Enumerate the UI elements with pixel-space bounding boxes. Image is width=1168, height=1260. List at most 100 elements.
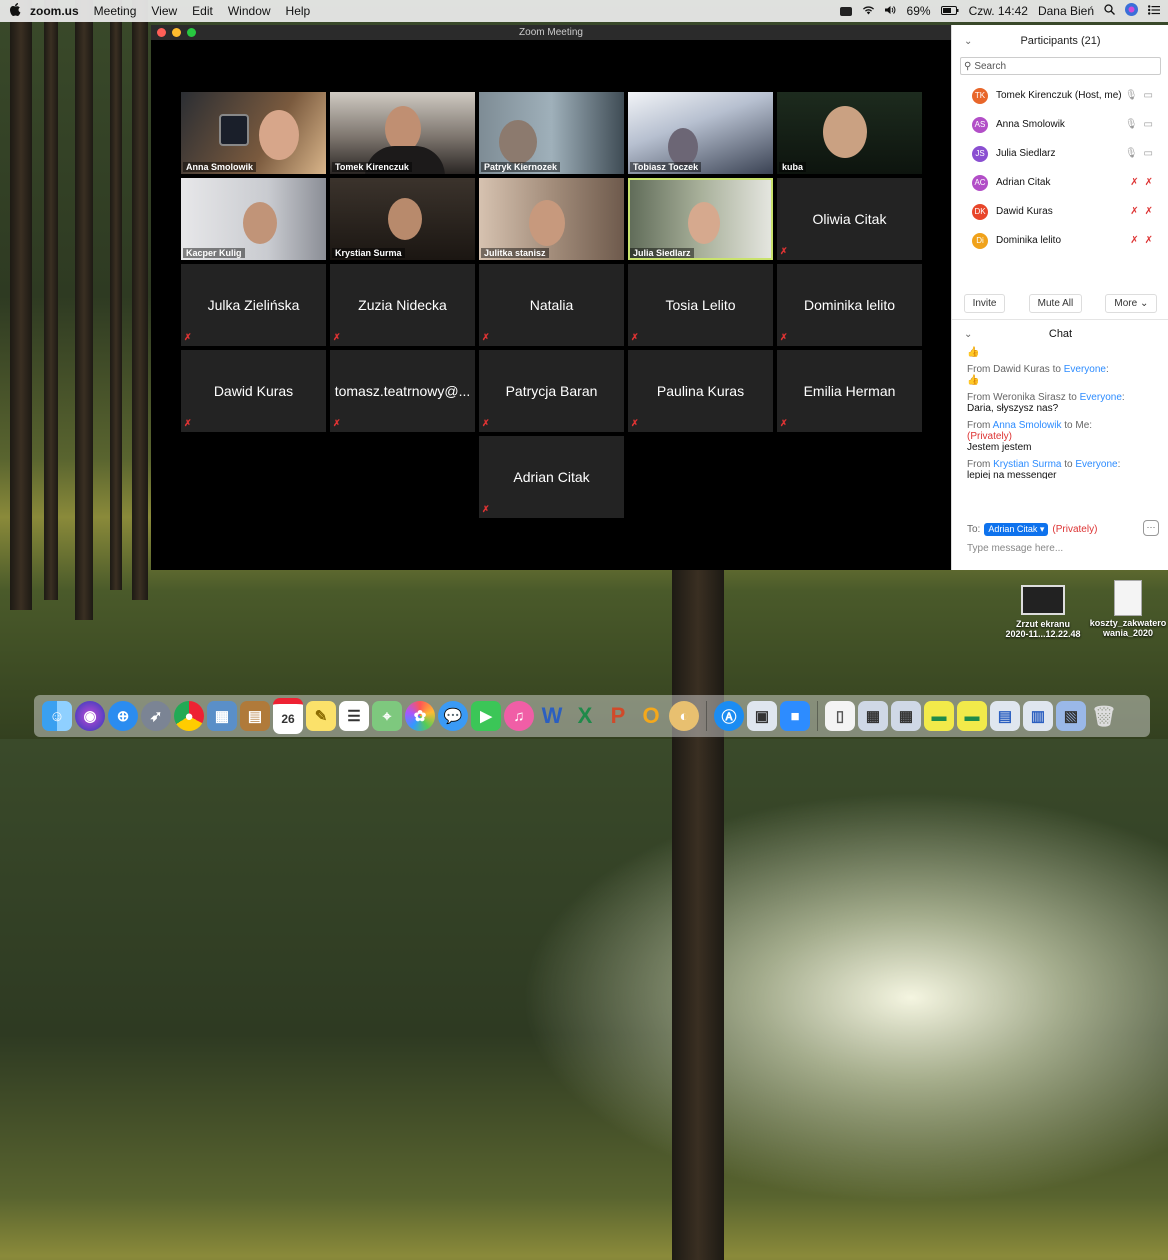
notes-brown-icon[interactable]: ▤	[240, 701, 270, 731]
participant-row[interactable]: AS Anna Smolowik 🎙▭	[952, 110, 1168, 139]
volume-icon[interactable]	[884, 4, 897, 18]
downloads-stack-icon[interactable]: ▧	[1056, 701, 1086, 731]
facetime-icon[interactable]: ▶	[471, 701, 501, 731]
calendar-icon[interactable]: 26	[273, 698, 303, 734]
launchpad-icon[interactable]: ➶	[141, 701, 171, 731]
muted-mic-icon: ✗	[184, 418, 192, 428]
menu-meeting[interactable]: Meeting	[94, 4, 137, 18]
participant-name: Oliwia Citak	[812, 211, 887, 227]
zoom-icon[interactable]: ■	[780, 701, 810, 731]
excel-icon[interactable]: X	[570, 701, 600, 731]
participants-search-input[interactable]: ⚲ Search	[960, 57, 1161, 75]
name-tile[interactable]: Adrian Citak ✗	[479, 436, 624, 518]
photos-icon[interactable]: ✿	[405, 701, 435, 731]
app-store-icon[interactable]: Ⓐ	[714, 701, 744, 731]
minimize-window-button[interactable]	[172, 28, 181, 37]
close-window-button[interactable]	[157, 28, 166, 37]
preview-icon[interactable]: ▦	[207, 701, 237, 731]
screenshot-thumbnail-icon	[1021, 585, 1065, 615]
name-tile[interactable]: Dominika lelito ✗	[777, 264, 922, 346]
video-tile[interactable]: Krystian Surma	[330, 178, 475, 260]
safari-icon[interactable]: ⊕	[108, 701, 138, 731]
desktop-file-screenshot[interactable]: Zrzut ekranu 2020-11...12.22.48	[1003, 585, 1083, 639]
chat-message-input[interactable]: Type message here...	[967, 543, 1063, 554]
document-icon[interactable]: ▯	[825, 701, 855, 731]
spreadsheet-file-icon[interactable]: ▤	[990, 701, 1020, 731]
chrome-icon[interactable]: ●	[174, 701, 204, 731]
screenshot-stack-icon[interactable]: ▦	[891, 701, 921, 731]
name-tile[interactable]: Natalia ✗	[479, 264, 624, 346]
participant-row[interactable]: TK Tomek Kirenczuk (Host, me) 🎙▭	[952, 81, 1168, 110]
name-tile[interactable]: Tosia Lelito ✗	[628, 264, 773, 346]
video-tile[interactable]: Tomek Kirenczuk	[330, 92, 475, 174]
name-tile[interactable]: Zuzia Nidecka ✗	[330, 264, 475, 346]
word-file-icon[interactable]: ▥	[1023, 701, 1053, 731]
mute-all-button[interactable]: Mute All	[1028, 293, 1083, 313]
recipient-select[interactable]: Adrian Citak ▾	[984, 523, 1049, 536]
video-tile[interactable]: kuba	[777, 92, 922, 174]
video-tile[interactable]: Tobiasz Toczek	[628, 92, 773, 174]
siri-icon[interactable]	[1125, 3, 1138, 19]
menu-window[interactable]: Window	[228, 4, 271, 18]
participant-row[interactable]: Di Dominika lelito ✗✗	[952, 226, 1168, 255]
spotlight-search-icon[interactable]	[1104, 4, 1115, 18]
name-tile[interactable]: Patrycja Baran ✗	[479, 350, 624, 432]
zoom-window-button[interactable]	[187, 28, 196, 37]
video-tile[interactable]: Kacper Kulig	[181, 178, 326, 260]
screenshot-stack-icon[interactable]: ▦	[858, 701, 888, 731]
video-tile[interactable]: Patryk Kiernozek	[479, 92, 624, 174]
name-tile[interactable]: tomasz.teatrnowy@... ✗	[330, 350, 475, 432]
name-tile[interactable]: Dawid Kuras ✗	[181, 350, 326, 432]
chat-more-button[interactable]: ···	[1143, 520, 1159, 536]
finder-icon[interactable]: ☺	[42, 701, 72, 731]
user-name[interactable]: Dana Bień	[1038, 4, 1094, 18]
name-tile[interactable]: Emilia Herman ✗	[777, 350, 922, 432]
mic-video-icons: 🎙▭	[1124, 119, 1159, 130]
muted-mic-icon: ✗	[780, 246, 788, 256]
word-icon[interactable]: W	[537, 701, 567, 731]
participant-row[interactable]: AC Adrian Citak ✗✗	[952, 168, 1168, 197]
excel-file-icon[interactable]: ▬	[924, 701, 954, 731]
desktop-file-pdf[interactable]: koszty_zakwatero wania_2020	[1088, 580, 1168, 638]
notes-icon[interactable]: ✎	[306, 701, 336, 731]
apple-menu-icon[interactable]	[0, 3, 30, 19]
menu-zoom[interactable]: zoom.us	[30, 4, 79, 18]
participant-row[interactable]: DK Dawid Kuras ✗✗	[952, 197, 1168, 226]
participant-face	[668, 128, 698, 166]
participant-name: Natalia	[529, 297, 574, 313]
participant-row[interactable]: JS Julia Siedlarz 🎙▭	[952, 139, 1168, 168]
wifi-icon[interactable]	[862, 4, 875, 18]
chevron-down-icon[interactable]: ⌄	[964, 329, 972, 340]
reminders-icon[interactable]: ☰	[339, 701, 369, 731]
name-tile[interactable]: Paulina Kuras ✗	[628, 350, 773, 432]
name-tile[interactable]: Julka Zielińska ✗	[181, 264, 326, 346]
trash-icon[interactable]: 🗑	[1089, 701, 1119, 731]
invite-button[interactable]: Invite	[963, 293, 1006, 313]
office-icon[interactable]: O	[636, 701, 666, 731]
menu-help[interactable]: Help	[286, 4, 311, 18]
siri-app-icon[interactable]: ◉	[75, 701, 105, 731]
powerpoint-icon[interactable]: P	[603, 701, 633, 731]
menu-edit[interactable]: Edit	[192, 4, 213, 18]
muted-mic-icon: ✗	[482, 418, 490, 428]
itunes-icon[interactable]: ♫	[504, 701, 534, 731]
battery-icon[interactable]	[940, 4, 959, 18]
preview-photo-icon[interactable]: ▣	[747, 701, 777, 731]
tree-trunk	[75, 0, 93, 620]
muted-mic-video-icons: ✗✗	[1130, 177, 1159, 188]
video-tile[interactable]: Anna Smolowik	[181, 92, 326, 174]
video-tile-active-speaker[interactable]: Julia Siedlarz	[628, 178, 773, 260]
chevron-down-icon[interactable]: ⌄	[964, 36, 972, 47]
zoom-status-icon[interactable]	[839, 6, 852, 16]
notification-center-icon[interactable]	[1148, 4, 1160, 18]
app-globe-icon[interactable]: ◐	[669, 701, 699, 731]
video-tile[interactable]: Julitka stanisz	[479, 178, 624, 260]
name-tile[interactable]: Oliwia Citak ✗	[777, 178, 922, 260]
maps-icon[interactable]: ⌖	[372, 701, 402, 731]
clock[interactable]: Czw. 14:42	[969, 4, 1028, 18]
excel-file-icon[interactable]: ▬	[957, 701, 987, 731]
chat-message-meta: From Anna Smolowik to Me:	[967, 420, 1093, 431]
messages-icon[interactable]: 💬	[438, 701, 468, 731]
more-button[interactable]: More ⌄	[1105, 293, 1158, 313]
menu-view[interactable]: View	[151, 4, 177, 18]
